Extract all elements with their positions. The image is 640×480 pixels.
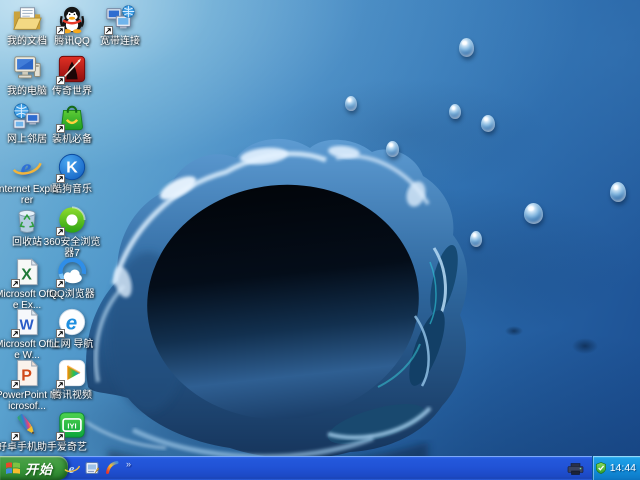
desktop-icon-qq-browser[interactable]: QQ浏览器: [40, 257, 104, 300]
shortcut-arrow-icon: [56, 76, 65, 85]
360-safe-browser-icon: [56, 205, 87, 236]
network-places-icon: [12, 102, 42, 132]
water-droplet: [481, 115, 495, 132]
svg-text:P: P: [21, 368, 32, 385]
droplet-shadow: [505, 326, 523, 336]
desktop: 我的文档 我的电脑 网上邻居 e Internet Explorer 回收站 X…: [0, 0, 640, 480]
powerpoint-icon: P: [11, 358, 42, 389]
svg-text:W: W: [19, 317, 34, 334]
desktop-icon-kugou-music[interactable]: K 酷狗音乐: [40, 152, 104, 195]
quick-launch-show-desktop-icon[interactable]: [84, 460, 100, 476]
desktop-icon-web-navigation[interactable]: e 上网 导航: [40, 307, 104, 350]
taskbar: 开始 e » 14:44: [0, 456, 640, 480]
web-navigation-icon: e: [56, 307, 87, 338]
desktop-icon-iqiyi[interactable]: IYI 爱奇艺: [40, 410, 104, 453]
desktop-icon-360-browser[interactable]: 360安全浏览器7: [40, 205, 104, 259]
shortcut-arrow-icon: [56, 227, 65, 236]
desktop-icon-broadband-connection[interactable]: 宽带连接: [88, 4, 152, 47]
shortcut-arrow-icon: [11, 432, 20, 441]
legend-of-mir-world-icon: [56, 54, 87, 85]
quick-launch-overflow-chevron[interactable]: »: [126, 460, 131, 469]
shortcut-arrow-icon: [56, 174, 65, 183]
my-documents-icon: [12, 4, 42, 34]
desktop-icon-label: 爱奇艺: [57, 442, 87, 453]
water-droplet: [459, 38, 474, 57]
svg-text:IYI: IYI: [67, 421, 76, 430]
svg-text:e: e: [66, 312, 77, 335]
iqiyi-icon: IYI: [56, 410, 87, 441]
broadband-connection-icon: [104, 4, 135, 35]
shortcut-arrow-icon: [56, 124, 65, 133]
taskbar-clock[interactable]: 14:44: [610, 462, 636, 474]
tencent-qq-icon: [56, 4, 87, 35]
excel-icon: X: [11, 257, 42, 288]
start-button[interactable]: 开始: [0, 456, 69, 480]
quick-launch-bar: e »: [64, 456, 131, 480]
svg-text:e: e: [69, 461, 75, 476]
windows-logo-icon: [6, 462, 20, 474]
desktop-icon-label: 宽带连接: [100, 36, 140, 47]
word-icon: W: [11, 307, 42, 338]
shortcut-arrow-icon: [56, 432, 65, 441]
svg-text:X: X: [21, 267, 32, 284]
desktop-icon-label: 上网 导航: [50, 339, 94, 350]
shortcut-arrow-icon: [56, 26, 65, 35]
kugou-music-icon: K: [56, 152, 87, 183]
water-droplet: [345, 96, 357, 111]
water-droplet: [610, 182, 626, 202]
start-button-label: 开始: [25, 461, 54, 477]
essential-apps-bag-icon: [56, 102, 87, 133]
desktop-icon-tencent-video[interactable]: 腾讯视频: [40, 358, 104, 401]
desktop-icon-essential-apps[interactable]: 装机必备: [40, 102, 104, 145]
internet-explorer-icon: e: [12, 152, 42, 182]
quick-launch-media-player-icon[interactable]: [104, 460, 120, 476]
desktop-icon-label: 360安全浏览器7: [43, 237, 101, 259]
droplet-shadow: [572, 338, 598, 354]
desktop-icon-legend-world[interactable]: 传奇世界: [40, 54, 104, 97]
my-computer-icon: [12, 54, 42, 84]
water-droplet: [386, 141, 399, 157]
water-droplet: [524, 203, 543, 224]
desktop-icon-label: QQ浏览器: [49, 289, 95, 300]
tencent-video-icon: [56, 358, 87, 389]
shortcut-arrow-icon: [11, 279, 20, 288]
svg-text:e: e: [21, 154, 32, 181]
recycle-bin-icon: [12, 205, 42, 235]
haozhuo-phone-assistant-icon: [11, 410, 42, 441]
shortcut-arrow-icon: [56, 329, 65, 338]
printer-tray-icon[interactable]: [567, 462, 584, 475]
desktop-icon-label: 传奇世界: [52, 86, 92, 97]
shortcut-arrow-icon: [104, 26, 113, 35]
svg-text:K: K: [66, 160, 78, 177]
water-splash-artwork: [82, 138, 468, 462]
shortcut-arrow-icon: [11, 380, 20, 389]
desktop-icon-label: 腾讯视频: [52, 390, 92, 401]
shortcut-arrow-icon: [56, 279, 65, 288]
shortcut-arrow-icon: [56, 380, 65, 389]
system-tray: 14:44: [592, 456, 640, 480]
water-droplet: [470, 231, 482, 247]
desktop-icon-label: 酷狗音乐: [52, 184, 92, 195]
qq-browser-icon: [56, 257, 87, 288]
security-tray-icon[interactable]: [595, 462, 607, 474]
desktop-icon-label: 装机必备: [52, 134, 92, 145]
water-droplet: [449, 104, 461, 119]
quick-launch-internet-explorer-icon[interactable]: e: [64, 460, 80, 476]
shortcut-arrow-icon: [11, 329, 20, 338]
